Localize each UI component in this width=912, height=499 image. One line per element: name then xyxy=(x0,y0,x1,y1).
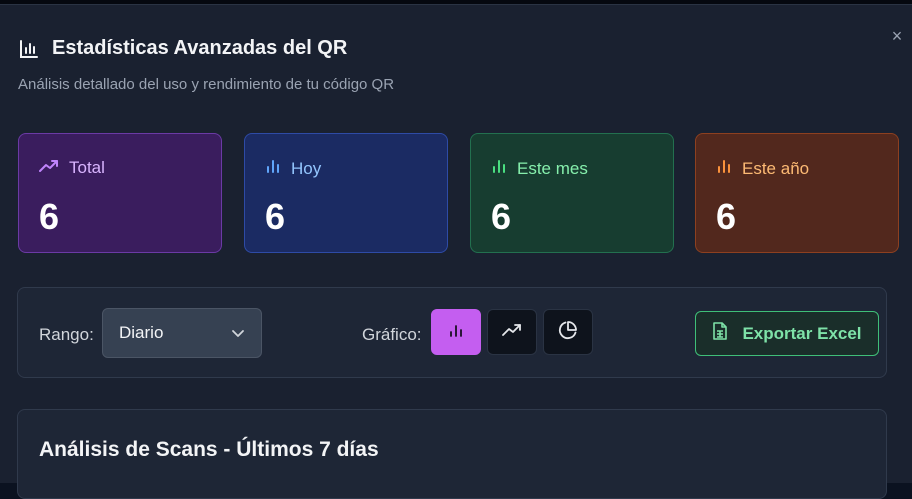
analysis-title: Análisis de Scans - Últimos 7 días xyxy=(39,438,379,461)
stat-label: Este mes xyxy=(517,158,588,178)
stat-value: 6 xyxy=(265,196,286,237)
bar-chart-icon xyxy=(18,38,40,60)
stat-value: 6 xyxy=(39,196,60,237)
stat-label: Total xyxy=(69,158,105,177)
range-select-value: Diario xyxy=(119,323,164,342)
bar-chart-icon xyxy=(491,158,507,179)
close-icon[interactable]: × xyxy=(888,27,906,45)
modal-header: Estadísticas Avanzadas del QR xyxy=(18,37,347,60)
range-select[interactable]: Diario xyxy=(102,308,262,358)
stats-cards: Total 6 Hoy 6 Este mes 6 Este año 6 xyxy=(18,133,904,255)
export-label: Exportar Excel xyxy=(742,323,862,343)
chevron-down-icon xyxy=(231,323,245,343)
pie-chart-icon xyxy=(558,320,578,345)
bar-chart-button[interactable] xyxy=(431,309,481,355)
trending-up-icon xyxy=(39,158,59,178)
stat-value: 6 xyxy=(491,196,512,237)
stat-value: 6 xyxy=(716,196,737,237)
stat-label: Hoy xyxy=(291,158,322,178)
range-label: Rango: xyxy=(39,325,94,344)
stat-card-total: Total 6 xyxy=(18,133,222,253)
pie-chart-button[interactable] xyxy=(543,309,593,355)
graph-label: Gráfico: xyxy=(362,325,422,344)
analysis-panel: Análisis de Scans - Últimos 7 días xyxy=(17,409,887,499)
line-chart-button[interactable] xyxy=(487,309,537,355)
bar-chart-icon xyxy=(265,158,281,179)
spreadsheet-icon xyxy=(712,322,728,345)
stat-label: Este año xyxy=(742,158,810,178)
bar-chart-icon xyxy=(716,158,732,179)
modal-subtitle: Análisis detallado del uso y rendimiento… xyxy=(18,76,395,93)
stats-modal: × Estadísticas Avanzadas del QR Análisis… xyxy=(0,4,912,499)
line-chart-icon xyxy=(502,323,522,342)
stat-card-hoy: Hoy 6 xyxy=(244,133,448,253)
export-excel-button[interactable]: Exportar Excel xyxy=(695,311,879,356)
modal-title: Estadísticas Avanzadas del QR xyxy=(52,37,348,59)
stat-card-anio: Este año 6 xyxy=(695,133,899,253)
bar-chart-icon xyxy=(448,322,464,343)
stat-card-mes: Este mes 6 xyxy=(470,133,674,253)
controls-panel: Rango: Diario Gráfico: Exportar Excel xyxy=(17,287,887,378)
